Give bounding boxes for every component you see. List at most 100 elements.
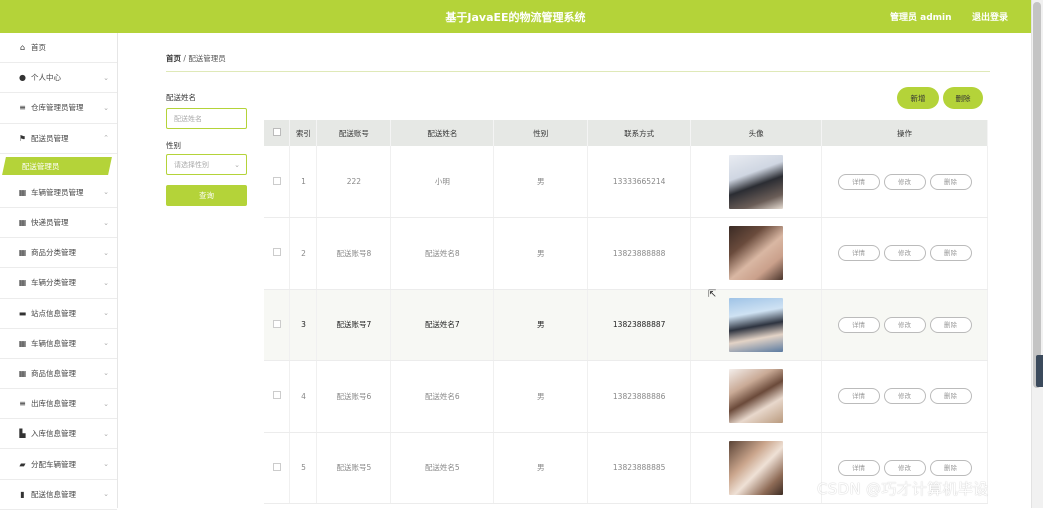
detail-button[interactable]: 详情	[837, 388, 880, 405]
sidebar-item-home[interactable]: ⌂ 首页	[0, 33, 117, 64]
table-row: 2 配送账号8 配送姓名8 男 13823888888 详情 修改 删除	[264, 217, 988, 290]
chevron-down-icon: ⌄	[103, 399, 109, 408]
row-checkbox[interactable]	[272, 319, 281, 328]
table-row: 4 配送账号6 配送姓名6 男 13823888886 详情 修改 删除	[264, 360, 988, 433]
detail-button[interactable]: 详情	[837, 173, 880, 190]
side-panel-tab[interactable]	[1036, 355, 1043, 387]
avatar	[729, 297, 784, 352]
detail-button[interactable]: 详情	[837, 316, 880, 333]
gender-select-placeholder: 请选择性别	[174, 160, 209, 169]
active-menu-item[interactable]: 配送管理员	[2, 156, 112, 175]
sidebar-item-delivery-admin[interactable]: ⚑ 配送员管理 ⌃	[0, 124, 117, 154]
cell-avatar	[690, 217, 823, 290]
column-header: 索引	[289, 120, 318, 146]
chevron-down-icon: ⌄	[103, 248, 109, 257]
sidebar-item-station-info[interactable]: ▬ 站点信息管理 ⌄	[0, 299, 117, 329]
query-button[interactable]: 查询	[166, 185, 247, 206]
chevron-down-icon: ⌄	[103, 188, 109, 197]
edit-button[interactable]: 修改	[883, 316, 926, 333]
sidebar-item-delivery-info[interactable]: ▮ 配送信息管理 ⌄	[0, 480, 117, 510]
row-delete-button[interactable]: 删除	[929, 173, 972, 190]
cell-account: 222	[316, 146, 392, 218]
sidebar-item-vehicle-info[interactable]: ▦ 车辆信息管理 ⌄	[0, 329, 117, 359]
avatar	[729, 369, 784, 424]
gender-select[interactable]: 请选择性别 ⌄	[166, 154, 247, 175]
cell-name: 配送姓名6	[390, 360, 495, 433]
cell-account: 配送账号6	[316, 360, 392, 433]
row-checkbox[interactable]	[272, 176, 281, 185]
breadcrumb-separator: /	[183, 54, 186, 63]
sidebar-item-label: 快递员管理	[31, 218, 69, 228]
sidebar-item-label: 车辆管理员管理	[31, 187, 84, 197]
cell-gender: 男	[493, 360, 589, 433]
sidebar-item-label: 商品分类管理	[31, 248, 76, 258]
sidebar-item-inbound-info[interactable]: ▙ 入库信息管理 ⌄	[0, 419, 117, 450]
cell-name: 配送姓名8	[390, 217, 495, 290]
sidebar-item-label: 入库信息管理	[31, 429, 76, 439]
sidebar-item-outbound-info[interactable]: ≡ 出库信息管理 ⌄	[0, 389, 117, 420]
edit-button[interactable]: 修改	[883, 459, 926, 476]
cell-index: 3	[289, 289, 318, 361]
delivery-staff-table: 索引 配送账号 配送姓名 性别 联系方式 头像 操作 1 222 小明 男 13…	[264, 120, 988, 504]
sidebar-item-assign-vehicle[interactable]: ▰ 分配车辆管理 ⌄	[0, 449, 117, 480]
delete-button[interactable]: 删除	[943, 87, 983, 109]
chevron-down-icon: ⌄	[103, 339, 109, 348]
grid-icon: ▦	[18, 187, 27, 197]
cell-account: 配送账号5	[316, 432, 392, 504]
list-icon: ≡	[19, 103, 26, 113]
logout-link[interactable]: 退出登录	[972, 10, 1008, 23]
detail-button[interactable]: 详情	[837, 459, 880, 476]
table-row: 1 222 小明 男 13333665214 详情 修改 删除	[264, 146, 988, 218]
select-all-checkbox[interactable]	[272, 128, 281, 136]
edit-button[interactable]: 修改	[883, 388, 926, 405]
add-button[interactable]: 新增	[897, 87, 939, 109]
sidebar-item-vehicle-admin[interactable]: ▦ 车辆管理员管理 ⌄	[0, 178, 117, 208]
sidebar-item-goods-category[interactable]: ▦ 商品分类管理 ⌄	[0, 238, 117, 269]
sidebar-item-courier[interactable]: ▦ 快递员管理 ⌄	[0, 208, 117, 239]
breadcrumb-home[interactable]: 首页	[166, 54, 181, 63]
cell-account: 配送账号7	[316, 289, 392, 361]
sidebar-item-goods-info[interactable]: ▦ 商品信息管理 ⌄	[0, 359, 117, 390]
chart-icon: ▙	[19, 429, 26, 439]
home-icon: ⌂	[19, 43, 26, 53]
sidebar-item-label: 仓库管理员管理	[31, 103, 84, 113]
cell-phone: 13823888885	[587, 432, 692, 504]
row-checkbox[interactable]	[272, 248, 281, 257]
sidebar-item-label: 商品信息管理	[31, 368, 76, 378]
name-filter-input[interactable]: 配送姓名	[166, 108, 247, 129]
scrollbar-thumb[interactable]	[1033, 2, 1041, 388]
cell-account: 配送账号8	[316, 217, 392, 290]
select-all-cell[interactable]	[264, 120, 291, 146]
flag-icon: ⚑	[18, 133, 27, 143]
edit-button[interactable]: 修改	[883, 173, 926, 190]
row-delete-button[interactable]: 删除	[929, 245, 972, 262]
grid-icon: ▦	[18, 218, 27, 228]
sidebar-item-profile[interactable]: ● 个人中心 ⌄	[0, 63, 117, 94]
grid-icon: ▦	[18, 338, 27, 348]
row-checkbox[interactable]	[272, 462, 281, 471]
app-title: 基于JavaEE的物流管理系统	[445, 10, 586, 24]
chevron-down-icon: ⌄	[103, 73, 109, 82]
sidebar-subitem-delivery-staff[interactable]: 配送管理员	[0, 154, 117, 178]
detail-button[interactable]: 详情	[837, 245, 880, 262]
chevron-up-icon: ⌃	[103, 134, 109, 143]
watermark: CSDN @巧才计算机毕设	[817, 480, 989, 498]
grid-icon: ▦	[18, 368, 27, 378]
avatar	[729, 440, 784, 495]
column-header: 性别	[493, 120, 589, 146]
chevron-down-icon: ⌄	[103, 490, 109, 499]
row-delete-button[interactable]: 删除	[929, 459, 972, 476]
column-header: 配送姓名	[390, 120, 495, 146]
row-checkbox[interactable]	[272, 391, 281, 400]
row-delete-button[interactable]: 删除	[929, 388, 972, 405]
name-filter-placeholder: 配送姓名	[174, 114, 202, 123]
sidebar-item-warehouse-admin[interactable]: ≡ 仓库管理员管理 ⌄	[0, 93, 117, 124]
cell-actions: 详情 修改 删除	[821, 217, 988, 290]
edit-button[interactable]: 修改	[883, 245, 926, 262]
chevron-down-icon: ⌄	[103, 429, 109, 438]
cell-gender: 男	[493, 432, 589, 504]
mouse-cursor-icon: ⇱	[708, 289, 717, 300]
row-delete-button[interactable]: 删除	[929, 316, 972, 333]
sidebar-item-vehicle-category[interactable]: ▦ 车辆分类管理 ⌄	[0, 268, 117, 299]
cell-phone: 13823888887	[587, 289, 692, 361]
